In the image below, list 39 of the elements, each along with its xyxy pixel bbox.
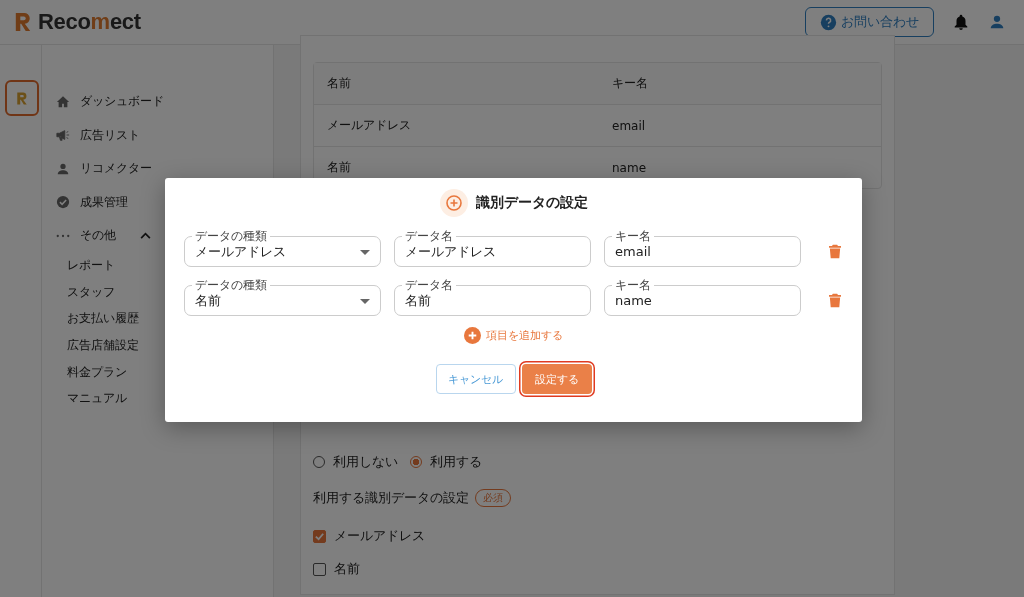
more-icon [56,233,70,238]
section-label: 利用する識別データの設定 [313,489,469,507]
caret-icon [360,299,370,304]
trash-icon[interactable] [829,243,841,259]
radio-option[interactable]: 利用しない [313,453,398,471]
caret-icon [360,250,370,255]
cancel-button[interactable]: キャンセル [435,364,516,394]
nav-item[interactable]: 成果管理 [42,185,273,219]
chevron-up-icon[interactable] [140,232,151,240]
radio-option[interactable]: 利用する [410,453,482,471]
help-icon [820,13,837,31]
user-icon[interactable] [988,13,1006,31]
add-circle-icon [439,189,468,217]
table-cell-text: 名前 [326,159,352,176]
checkbox-option[interactable]: メールアドレス [313,527,882,545]
bell-icon[interactable] [952,13,970,31]
contact-button[interactable]: お問い合わせ [805,7,934,37]
megaphone-icon [56,128,70,143]
add-item-button[interactable]: 項目を追加する [464,327,563,344]
app-logo-button[interactable] [4,80,39,116]
nav-item[interactable]: リコメクター [42,152,273,186]
column-header: キー名 [611,75,649,92]
table-cell-text: name [611,160,648,175]
logo[interactable]: Recomect [14,9,141,35]
checkmark-icon [314,530,325,542]
modal-title: 識別データの設定 [475,194,588,212]
table-cell-text: email [611,118,647,133]
logo-icon [15,91,28,105]
checkbox-option[interactable]: 名前 [313,560,882,578]
person-icon [56,161,70,176]
plus-circle-icon [464,327,481,344]
column-header: 名前 [326,75,352,92]
check-circle-icon [56,195,70,210]
table-cell-text: メールアドレス [326,117,412,134]
trash-icon[interactable] [829,292,841,308]
home-icon [56,94,70,109]
nav-item[interactable]: 広告リスト [42,118,273,152]
confirm-button[interactable]: 設定する [521,364,592,394]
nav-item[interactable]: ダッシュボード [42,85,273,119]
